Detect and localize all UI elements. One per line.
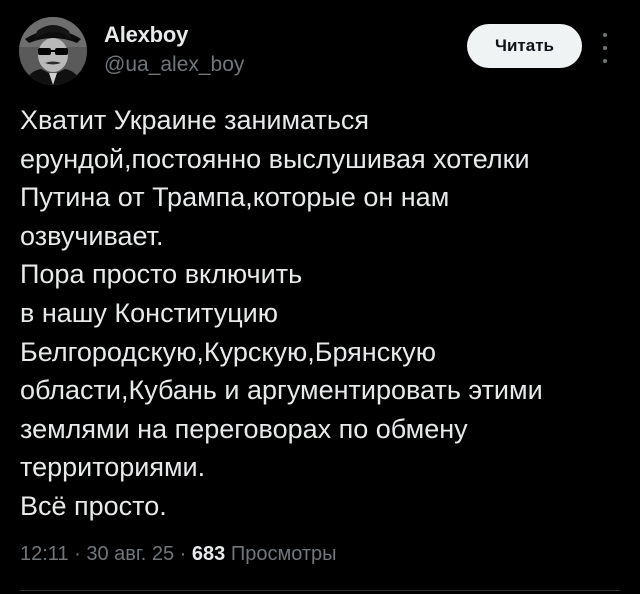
tweet-text: Хватит Украине заниматься ерундой,постоя…: [20, 101, 620, 526]
tweet-text-line: Пора просто включить: [20, 259, 303, 290]
tweet-time[interactable]: 12:11: [20, 543, 69, 565]
more-dot: [603, 59, 607, 63]
tweet-text-line: области,Кубань и аргументировать этими: [20, 375, 543, 406]
more-vertical-icon[interactable]: [598, 33, 612, 63]
meta-separator: ·: [68, 543, 87, 565]
views-label: Просмотры: [230, 543, 337, 565]
tweet-text-line: ерундой,постоянно выслушивая хотелки: [20, 143, 530, 174]
follow-button[interactable]: Читать: [467, 24, 582, 68]
more-dot: [603, 46, 607, 50]
meta-separator: ·: [174, 543, 192, 565]
author-display-name[interactable]: Alexboy: [104, 22, 188, 48]
author-handle[interactable]: @ua_alex_boy: [104, 53, 244, 77]
avatar[interactable]: [19, 17, 87, 85]
tweet-text-line: землями на переговорах по обмену: [20, 413, 468, 444]
tweet-date[interactable]: 30 авг. 25: [86, 543, 174, 565]
avatar-image: [19, 17, 87, 85]
tweet-text-line: Путина от Трампа,которые он нам: [20, 182, 450, 213]
more-dot: [603, 33, 607, 37]
divider: [20, 590, 620, 591]
views-count: 683: [191, 543, 226, 565]
tweet-card: Alexboy @ua_alex_boy Читать Хватит Украи…: [0, 0, 640, 594]
tweet-text-line: Хватит Украине заниматься: [20, 105, 370, 135]
tweet-text-line: озвучивает.: [20, 220, 164, 251]
tweet-text-line: Всё просто.: [20, 490, 167, 521]
tweet-meta: 12:11 · 30 авг. 25 · 683 Просмотры: [20, 542, 337, 566]
tweet-text-line: Белгородскую,Курскую,Брянскую: [20, 336, 437, 367]
tweet-text-line: в нашу Конституцию: [20, 297, 279, 328]
tweet-text-line: территориями.: [20, 452, 206, 483]
